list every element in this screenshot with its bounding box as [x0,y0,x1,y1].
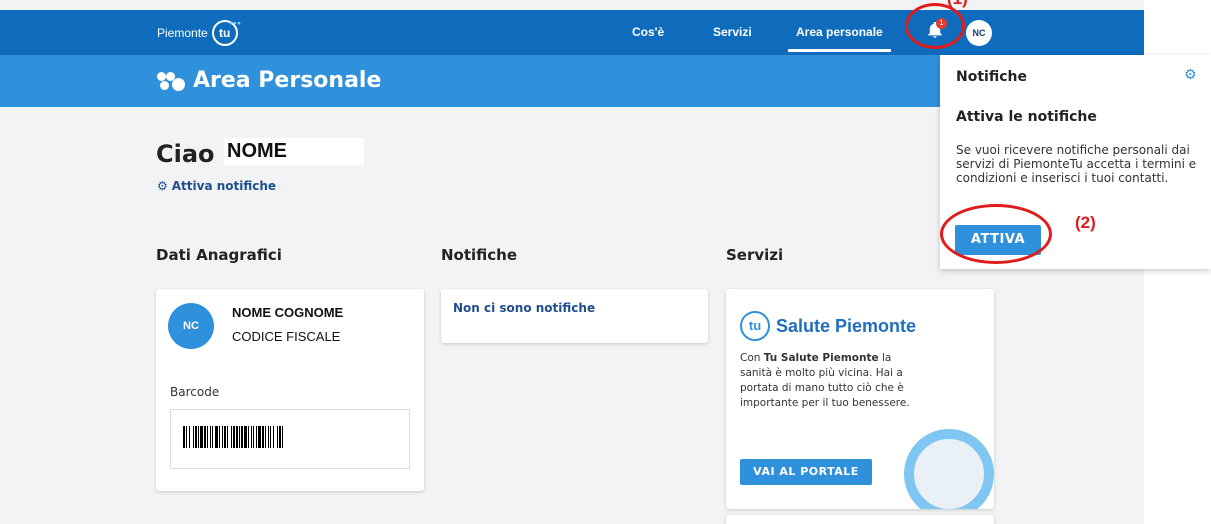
profile-avatar: NC [168,303,214,349]
salute-piemonte-logo: tu Salute Piemonte [740,311,916,341]
service-card: tu Salute Piemonte Con Tu Salute Piemont… [726,289,994,509]
annotation-circle-1 [905,3,965,49]
section-title-servizi: Servizi [726,246,784,264]
greeting-name: NOME [224,138,364,165]
dropdown-title: Notifiche [956,69,1027,85]
greeting-hello: Ciao [156,140,215,168]
activate-notifications-link[interactable]: ⚙ Attiva notifiche [157,179,276,193]
service-description: Con Tu Salute Piemonte la sanità è molto… [740,351,910,411]
activate-notifications-label: Attiva notifiche [171,179,277,193]
logo-dots-icon: ••• [229,18,242,28]
section-title-anagrafica: Dati Anagrafici [156,246,282,264]
full-name: NOME COGNOME [232,305,344,320]
service-illustration [904,429,994,509]
dropdown-text: Se vuoi ricevere notifiche personali dai… [956,143,1197,185]
user-avatar[interactable]: NC [966,20,992,46]
service-card-2 [726,515,994,524]
page-title: Area Personale [157,68,381,93]
barcode-image [183,426,397,448]
service-desc-bold: Tu Salute Piemonte [763,352,879,364]
gears-icon: ⚙ [157,179,168,193]
barcode-label: Barcode [170,385,220,399]
section-title-notifiche: Notifiche [441,246,518,264]
logo-text: Piemonte [157,26,208,40]
anagrafica-card: NC NOME COGNOME CODICE FISCALE Barcode [156,289,424,491]
notifications-card: Non ci sono notifiche [441,289,708,343]
tu-logo-icon: tu ••• [211,18,242,46]
no-notifications-text: Non ci sono notifiche [453,301,596,315]
annotation-label-1: (1) [947,0,968,9]
top-nav: Piemonte tu ••• Cos'è Servizi Area person… [0,10,1144,55]
area-dots-icon [157,70,185,91]
service-desc-prefix: Con [740,352,761,364]
piemonte-tu-logo[interactable]: Piemonte tu ••• [157,18,242,48]
page-title-text: Area Personale [193,68,382,93]
nav-link-area-personale[interactable]: Area personale [788,25,891,52]
go-to-portal-button[interactable]: VAI AL PORTALE [740,459,872,485]
tax-code: CODICE FISCALE [232,329,341,344]
dropdown-subtitle: Attiva le notifiche [956,109,1097,125]
nav-link-cose[interactable]: Cos'è [632,25,664,39]
annotation-label-2: (2) [1075,213,1096,232]
nav-link-servizi[interactable]: Servizi [713,25,752,39]
page: Piemonte tu ••• Cos'è Servizi Area person… [0,0,1211,524]
barcode-box [170,409,410,469]
annotation-circle-2 [940,204,1052,264]
settings-gears-icon[interactable]: ⚙ [1184,67,1197,83]
logo-badge: tu [219,26,231,40]
tu-badge-icon: tu [740,311,770,341]
service-name: Salute Piemonte [776,315,917,336]
